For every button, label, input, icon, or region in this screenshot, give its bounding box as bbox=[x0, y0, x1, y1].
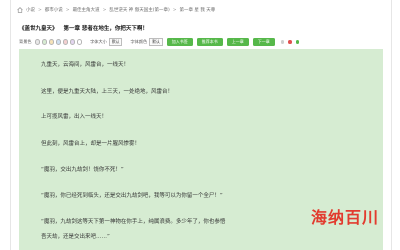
font-color-select[interactable]: 默认 bbox=[149, 38, 163, 46]
recommend-button[interactable]: 推荐本书 bbox=[196, 38, 223, 46]
reader-toolbar: 背景色 字体大小 默认 字体颜色 默认 加入书签 推荐本书 上一章 下一章 bbox=[11, 35, 391, 49]
background-color-swatches bbox=[34, 39, 83, 45]
breadcrumb-item-4[interactable]: 乱世逆天 神 傲天国主(第一章) bbox=[109, 7, 169, 13]
reader-page: 小说 > 都市小说 > 最佳主角大道 > 乱世逆天 神 傲天国主(第一章) > … bbox=[10, 0, 392, 250]
view-mode-dot[interactable] bbox=[280, 40, 285, 44]
paragraph: 吾天劫，还是交出来吧……” bbox=[41, 234, 110, 240]
font-color-label: 字体颜色 bbox=[130, 39, 148, 44]
color-swatch[interactable] bbox=[48, 39, 55, 45]
breadcrumb-separator: > bbox=[38, 7, 42, 13]
font-size-select[interactable]: 默认 bbox=[108, 38, 123, 46]
next-chapter-button[interactable]: 下一章 bbox=[252, 38, 275, 46]
paragraph: 上可揽风雷，出入一线天！ bbox=[41, 114, 108, 120]
paragraph: 九重天，云海间，风雷台，一线天！ bbox=[41, 62, 130, 68]
view-mode-dot[interactable] bbox=[288, 40, 292, 44]
background-color-label: 背景色 bbox=[19, 39, 32, 44]
paragraph: “魔羽，交出九劫剑！饶你不死！” bbox=[41, 167, 124, 173]
paragraph: 这里，便是九重天大陆，上三天，一处绝地，风雷台！ bbox=[41, 89, 174, 95]
font-size-group: 字体大小 默认 bbox=[90, 38, 123, 46]
view-mode-dot[interactable] bbox=[295, 40, 300, 44]
chapter-title: 第一章 悲者在地生，你把天下啊！ bbox=[63, 25, 148, 32]
breadcrumb-item-1[interactable]: 小说 bbox=[26, 7, 35, 13]
view-mode-dots bbox=[280, 40, 300, 44]
color-swatch[interactable] bbox=[69, 39, 76, 45]
breadcrumb-item-2[interactable]: 都市小说 bbox=[45, 7, 63, 13]
breadcrumb: 小说 > 都市小说 > 最佳主角大道 > 乱世逆天 神 傲天国主(第一章) > … bbox=[11, 0, 391, 20]
color-swatch[interactable] bbox=[41, 39, 48, 45]
site-watermark-logo: 海纳百川 bbox=[310, 208, 379, 227]
paragraph: 但此刻，风雷台上，却是一片腥风惨雾！ bbox=[41, 141, 141, 147]
color-swatch[interactable] bbox=[62, 39, 69, 45]
color-swatch[interactable] bbox=[34, 39, 41, 45]
breadcrumb-separator: > bbox=[172, 7, 177, 13]
prev-chapter-button[interactable]: 上一章 bbox=[226, 38, 249, 46]
bookmark-button[interactable]: 加入书签 bbox=[166, 38, 193, 46]
breadcrumb-separator: > bbox=[102, 7, 107, 13]
color-swatch[interactable] bbox=[76, 39, 83, 45]
breadcrumb-item-3[interactable]: 最佳主角大道 bbox=[73, 7, 100, 13]
color-swatch[interactable] bbox=[55, 39, 62, 45]
home-icon[interactable] bbox=[17, 7, 23, 13]
breadcrumb-item-5: 第一章 星 我 天尊 bbox=[179, 8, 216, 13]
paragraph: “魔羽，你已经死到临头，还是交出九劫剑吧，我等可以为你留一个全尸！” bbox=[41, 193, 223, 199]
font-size-label: 字体大小 bbox=[90, 39, 107, 44]
breadcrumb-separator: > bbox=[65, 7, 70, 13]
book-title[interactable]: 《盖世九皇天》 bbox=[19, 24, 58, 32]
chapter-title-bar: 《盖世九皇天》 第一章 悲者在地生，你把天下啊！ bbox=[11, 20, 391, 35]
paragraph: “魔羽，九劫剑这等天下第一神物在你手上，纯属浪费。多少年了，你也参悟 bbox=[41, 219, 226, 225]
font-color-group: 字体颜色 默认 bbox=[130, 38, 163, 46]
